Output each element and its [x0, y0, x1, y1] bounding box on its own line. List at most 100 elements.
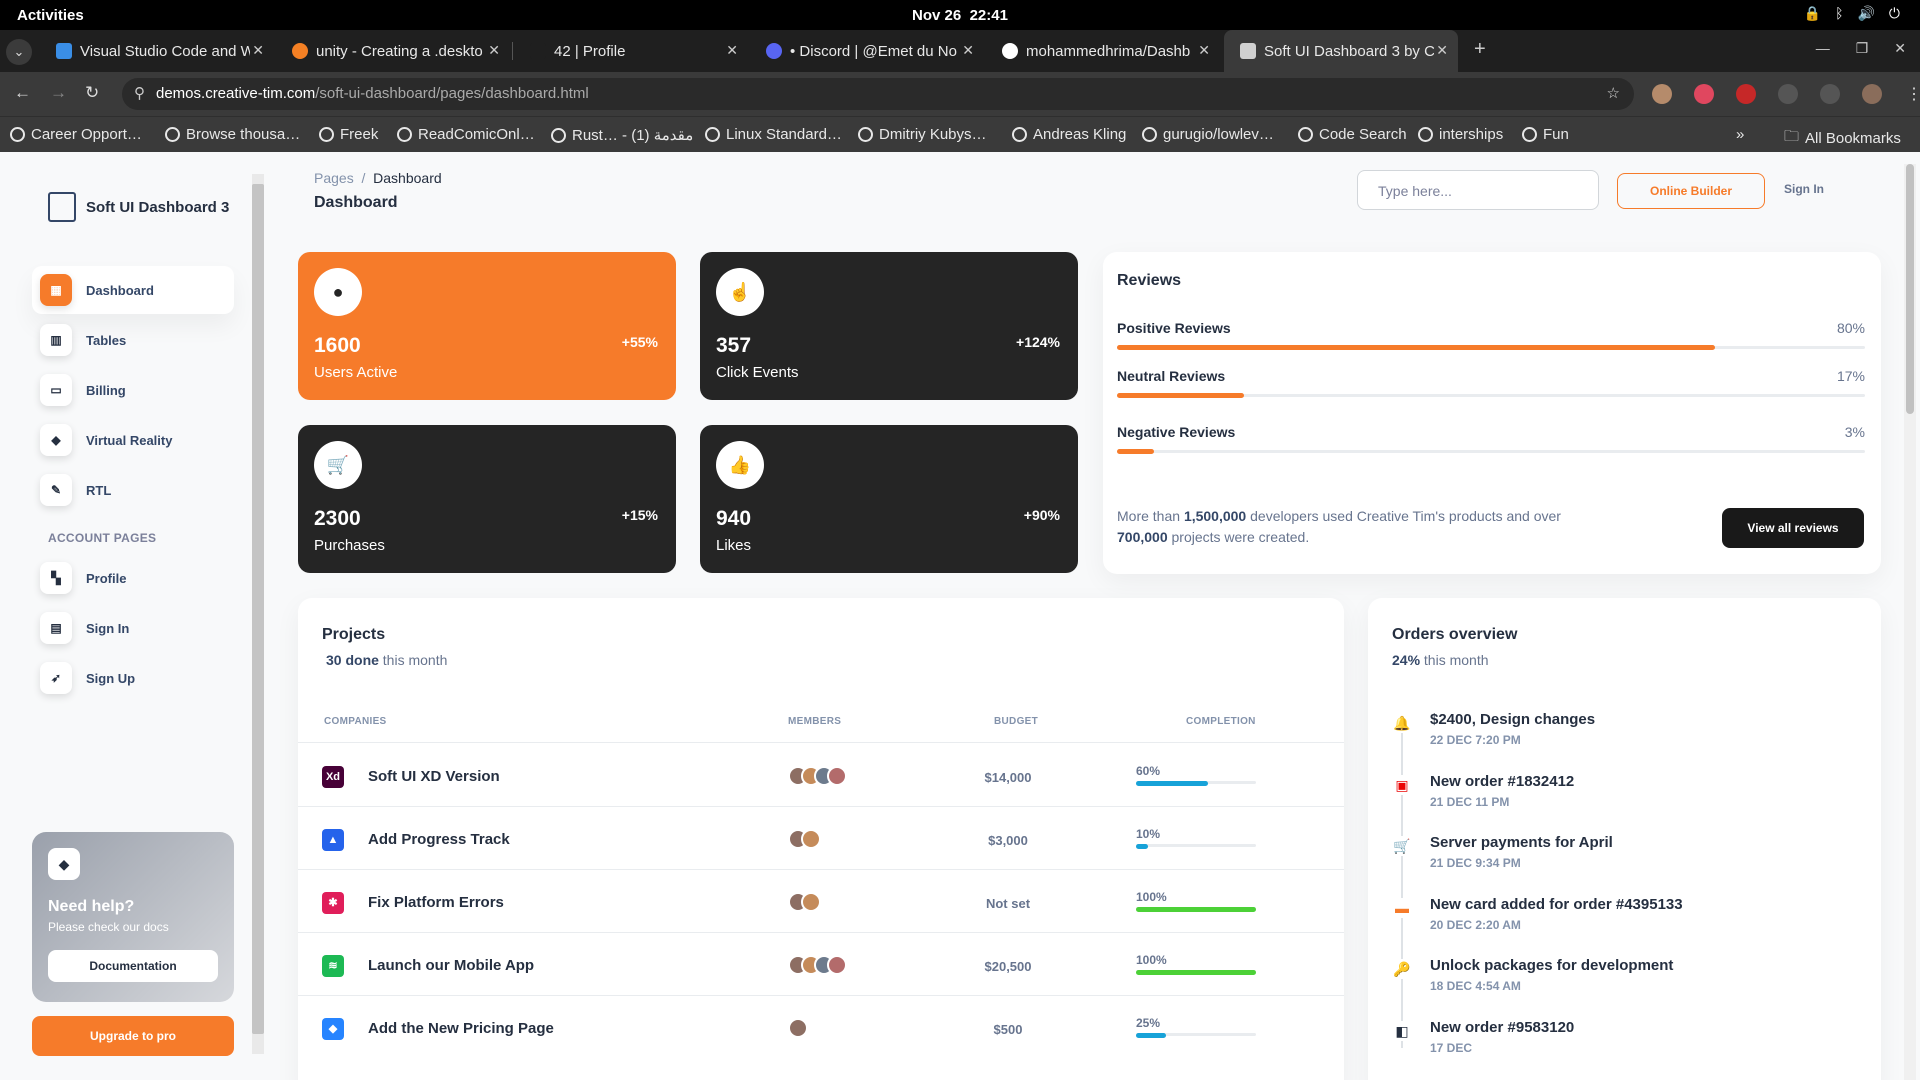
tab-vscode[interactable]: Visual Studio Code and W ✕ — [40, 30, 274, 72]
review-label: Positive Reviews — [1117, 320, 1231, 336]
puzzle-icon[interactable] — [1778, 84, 1798, 104]
menu-icon[interactable]: ⋮ — [1904, 84, 1920, 104]
table-row[interactable]: ▲ Add Progress Track $3,000 10% — [298, 807, 1344, 869]
close-icon[interactable]: ✕ — [1198, 42, 1210, 59]
os-top-bar: Activities Nov 26 22:41 🔒 ᛒ 🔊 ⏻ — [0, 0, 1920, 30]
upgrade-button[interactable]: Upgrade to pro — [32, 1016, 234, 1056]
bookmark-item[interactable]: interships — [1418, 126, 1503, 143]
timeline-icon: ▬ — [1392, 897, 1412, 918]
extension-icon[interactable] — [1652, 84, 1672, 104]
sidebar-scrollbar[interactable] — [252, 174, 264, 1054]
minimize-icon[interactable]: — — [1816, 40, 1830, 57]
close-icon[interactable]: ✕ — [488, 42, 500, 59]
member-avatar[interactable] — [827, 766, 847, 786]
close-icon[interactable]: ✕ — [962, 42, 974, 59]
forward-icon[interactable]: → — [50, 83, 67, 103]
profile-avatar-icon[interactable] — [1862, 84, 1882, 104]
restore-icon[interactable]: ❐ — [1856, 40, 1869, 57]
sidebar-item-sign-up[interactable]: ➶ Sign Up — [32, 654, 234, 702]
tab-soft-ui[interactable]: Soft UI Dashboard 3 by C ✕ — [1224, 30, 1458, 72]
review-percent: 17% — [1836, 368, 1865, 384]
ublock-icon[interactable] — [1736, 84, 1756, 104]
volume-icon: 🔊 — [1857, 5, 1875, 21]
member-avatar[interactable] — [801, 829, 821, 849]
table-row[interactable]: Xd Soft UI XD Version $14,000 60% — [298, 744, 1344, 806]
bookmark-item[interactable]: Dmitriy Kubys… — [858, 126, 987, 143]
brand[interactable]: Soft UI Dashboard 3 — [48, 192, 229, 222]
power-icon: ⏻ — [1888, 5, 1900, 21]
bookmark-item[interactable]: Browse thousa… — [165, 126, 300, 143]
sidebar-item-rtl[interactable]: ✎ RTL — [32, 466, 234, 514]
close-icon[interactable]: ✕ — [726, 42, 738, 59]
documentation-button[interactable]: Documentation — [48, 950, 218, 982]
clock[interactable]: Nov 26 22:41 — [0, 7, 1920, 24]
search-input[interactable]: Type here... — [1357, 170, 1599, 210]
tab-42-profile[interactable]: 42 | Profile ✕ — [514, 30, 748, 72]
discord-icon — [766, 43, 782, 59]
close-window-icon[interactable]: ✕ — [1894, 40, 1906, 57]
table-row[interactable]: ≋ Launch our Mobile App $20,500 100% — [298, 933, 1344, 995]
all-bookmarks[interactable]: 🗀 All Bookmarks — [1784, 126, 1901, 151]
bookmark-item[interactable]: Code Search — [1298, 126, 1407, 143]
table-row[interactable]: ✱ Fix Platform Errors Not set 100% — [298, 870, 1344, 932]
page-scrollbar[interactable] — [1904, 164, 1916, 1080]
table-row[interactable]: ◆ Add the New Pricing Page $500 25% — [298, 996, 1344, 1058]
sidebar-item-tables[interactable]: ▥ Tables — [32, 316, 234, 364]
review-row-negative: Negative Reviews 3% — [1117, 424, 1865, 454]
site-info-icon[interactable]: ⚲ — [134, 78, 145, 110]
help-title: Need help? — [48, 898, 135, 915]
shield-icon[interactable] — [1694, 84, 1714, 104]
sidebar-item-dashboard[interactable]: ▦ Dashboard — [32, 266, 234, 314]
back-icon[interactable]: ← — [14, 83, 31, 103]
bookmark-item[interactable]: gurugio/lowlev… — [1142, 126, 1274, 143]
globe-icon — [705, 127, 720, 142]
stat-card-clicks: ☝ 357 Click Events +124% — [700, 252, 1078, 400]
bookmark-item[interactable]: Andreas Kling — [1012, 126, 1126, 143]
creative-tim-icon — [1240, 43, 1256, 59]
tab-github[interactable]: mohammedhrima/Dashb ✕ — [986, 30, 1220, 72]
tab-strip: ⌄ Visual Studio Code and W ✕ unity - Cre… — [0, 30, 1920, 72]
member-avatar[interactable] — [827, 955, 847, 975]
bookmark-item[interactable]: ReadComicOnl… — [397, 126, 535, 143]
breadcrumb-root[interactable]: Pages — [314, 170, 354, 186]
member-avatar[interactable] — [801, 892, 821, 912]
close-icon[interactable]: ✕ — [1436, 42, 1448, 59]
scrollbar-thumb[interactable] — [252, 184, 264, 1034]
tab-discord[interactable]: • Discord | @Emet du No ✕ — [750, 30, 984, 72]
tab-search-button[interactable]: ⌄ — [6, 39, 32, 65]
reload-icon[interactable]: ↻ — [85, 83, 99, 103]
members-group — [788, 955, 847, 975]
view-all-reviews-button[interactable]: View all reviews — [1722, 508, 1864, 548]
bookmark-item[interactable]: Linux Standard… — [705, 126, 842, 143]
bookmark-item[interactable]: Career Opport… — [10, 126, 142, 143]
completion-progress-fill — [1136, 970, 1256, 975]
bookmarks-overflow-icon[interactable]: » — [1736, 126, 1744, 143]
sidebar-item-virtual-reality[interactable]: ◆ Virtual Reality — [32, 416, 234, 464]
close-icon[interactable]: ✕ — [252, 42, 264, 59]
sidebar-item-sign-in[interactable]: ▤ Sign In — [32, 604, 234, 652]
members-group — [788, 766, 847, 786]
completion-progress-bar — [1136, 1033, 1256, 1038]
bookmark-item[interactable]: Freek — [319, 126, 378, 143]
globe-icon — [397, 127, 412, 142]
tab-stackoverflow[interactable]: unity - Creating a .deskto ✕ — [276, 30, 510, 72]
system-tray[interactable]: 🔒 ᛒ 🔊 ⏻ — [1804, 5, 1900, 22]
scrollbar-thumb[interactable] — [1906, 164, 1914, 414]
bookmark-star-icon[interactable]: ☆ — [1607, 78, 1620, 110]
completion-progress-bar — [1136, 781, 1256, 786]
sidebar-item-profile[interactable]: ▚ Profile — [32, 554, 234, 602]
bookmark-item[interactable]: Fun — [1522, 126, 1569, 143]
sidebar-item-billing[interactable]: ▭ Billing — [32, 366, 234, 414]
completion-progress-fill — [1136, 907, 1256, 912]
new-tab-icon[interactable]: + — [1474, 38, 1486, 61]
download-icon[interactable] — [1820, 84, 1840, 104]
address-bar[interactable]: ⚲ demos.creative-tim.com/soft-ui-dashboa… — [122, 78, 1634, 110]
sign-in-link[interactable]: Sign In — [1784, 182, 1824, 196]
document-icon: ▤ — [40, 612, 72, 644]
member-avatar[interactable] — [788, 1018, 808, 1038]
project-budget: $20,500 — [984, 959, 1032, 974]
pointer-icon: ☝ — [716, 268, 764, 316]
online-builder-button[interactable]: Online Builder — [1617, 173, 1765, 209]
completion: 60% — [1136, 764, 1256, 786]
bookmark-item[interactable]: Rust… - مقدمة (1) — [551, 126, 693, 144]
